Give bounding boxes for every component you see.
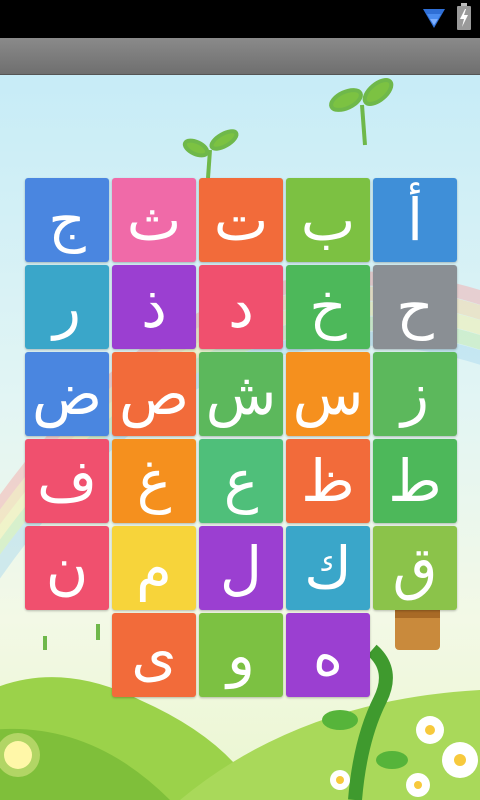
letter-tile[interactable]: ع: [199, 439, 283, 523]
letter-tile[interactable]: ز: [373, 352, 457, 436]
letter-tile[interactable]: ط: [373, 439, 457, 523]
letter-tile[interactable]: و: [199, 613, 283, 697]
letter-char: م: [136, 534, 172, 602]
letter-char: ج: [48, 186, 86, 254]
battery-charging-icon: [457, 3, 471, 30]
letter-char: ذ: [141, 273, 167, 341]
letter-tile[interactable]: ت: [199, 178, 283, 262]
letter-char: ص: [118, 360, 190, 428]
letter-char: ف: [36, 447, 98, 515]
letter-tile[interactable]: ظ: [286, 439, 370, 523]
letter-char: س: [292, 360, 364, 428]
letter-tile[interactable]: ج: [25, 178, 109, 262]
letter-tile[interactable]: ر: [25, 265, 109, 349]
wifi-icon: [423, 9, 445, 28]
letter-tile[interactable]: ف: [25, 439, 109, 523]
letter-tile[interactable]: أ: [373, 178, 457, 262]
letter-char: ت: [213, 186, 269, 254]
letter-tile[interactable]: ح: [373, 265, 457, 349]
letter-char: ض: [31, 360, 103, 428]
letter-char: ب: [300, 186, 356, 254]
letter-char: ش: [205, 360, 277, 428]
letter-tile[interactable]: ذ: [112, 265, 196, 349]
letter-char: ط: [388, 447, 442, 515]
letter-char: ث: [126, 186, 182, 254]
letter-tile[interactable]: ض: [25, 352, 109, 436]
letter-tile[interactable]: ق: [373, 526, 457, 610]
letter-tile[interactable]: ى: [112, 613, 196, 697]
letter-tile[interactable]: ه: [286, 613, 370, 697]
letter-char: ر: [52, 273, 81, 341]
letter-char: غ: [136, 447, 172, 515]
letter-char: أ: [406, 186, 424, 254]
letter-char: ه: [312, 621, 344, 689]
letter-tile[interactable]: ص: [112, 352, 196, 436]
letter-tile[interactable]: غ: [112, 439, 196, 523]
letter-tile[interactable]: س: [286, 352, 370, 436]
letter-tile[interactable]: ك: [286, 526, 370, 610]
letter-tile[interactable]: ش: [199, 352, 283, 436]
letter-char: ك: [304, 534, 352, 602]
letter-tile[interactable]: ث: [112, 178, 196, 262]
letter-tile[interactable]: م: [112, 526, 196, 610]
letter-char: ى: [131, 621, 177, 689]
letter-tile[interactable]: ن: [25, 526, 109, 610]
letter-char: ل: [219, 534, 263, 602]
letter-char: ق: [392, 534, 438, 602]
letter-tile[interactable]: ل: [199, 526, 283, 610]
letter-char: ع: [223, 447, 259, 515]
letter-char: و: [226, 621, 255, 689]
letter-char: د: [228, 273, 254, 341]
title-bar: [0, 38, 480, 75]
letter-tile[interactable]: خ: [286, 265, 370, 349]
letter-char: ز: [400, 360, 429, 428]
letter-tile[interactable]: د: [199, 265, 283, 349]
letter-tile[interactable]: ب: [286, 178, 370, 262]
letter-char: ن: [45, 534, 89, 602]
status-bar: [0, 0, 480, 38]
letter-char: خ: [309, 273, 347, 341]
letter-char: ظ: [301, 447, 355, 515]
letter-char: ح: [396, 273, 434, 341]
